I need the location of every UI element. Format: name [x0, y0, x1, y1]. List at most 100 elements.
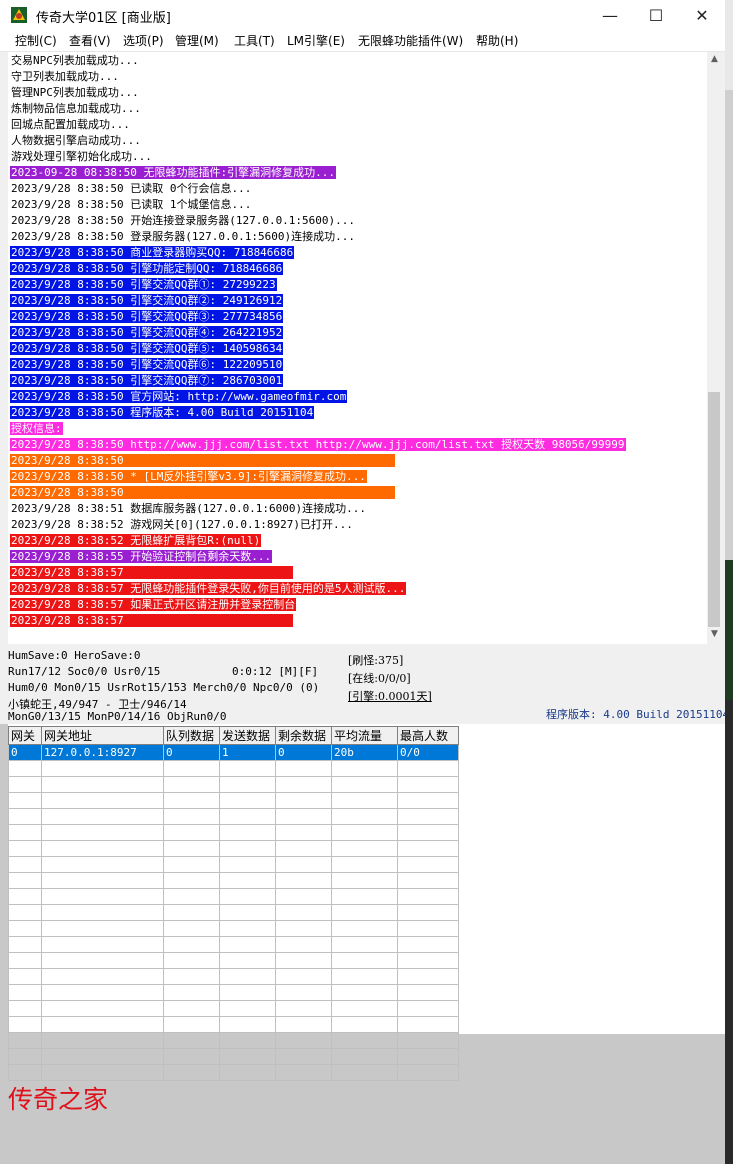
menu-tools[interactable]: 工具(T) — [234, 32, 275, 49]
table-cell — [219, 1032, 276, 1049]
table-cell — [163, 888, 220, 905]
log-line-text: 2023/9/28 8:38:50 — [10, 486, 125, 499]
table-cell — [8, 856, 42, 873]
table-row[interactable] — [8, 776, 459, 793]
table-cell — [275, 872, 332, 889]
log-line: 游戏处理引擎初始化成功... — [10, 149, 153, 164]
table-row[interactable] — [8, 920, 459, 937]
log-line: 2023/9/28 8:38:57 — [10, 613, 125, 628]
log-line: 炼制物品信息加载成功... — [10, 101, 142, 116]
table-row[interactable] — [8, 1016, 459, 1033]
table-row[interactable] — [8, 792, 459, 809]
table-row[interactable] — [8, 888, 459, 905]
log-line-text: 2023/9/28 8:38:50 引擎交流QQ群⑥: 122209510 — [10, 358, 284, 371]
table-row[interactable] — [8, 936, 459, 953]
table-cell — [8, 808, 42, 825]
table-cell — [397, 1016, 459, 1033]
table-row[interactable] — [8, 856, 459, 873]
table-cell — [219, 888, 276, 905]
table-row[interactable] — [8, 968, 459, 985]
table-cell — [8, 840, 42, 857]
close-button[interactable]: ✕ — [679, 0, 725, 30]
menu-plugin[interactable]: 无限蜂功能插件(W) — [358, 32, 463, 49]
table-cell — [275, 1064, 332, 1081]
table-cell — [163, 856, 220, 873]
menu-options[interactable]: 选项(P) — [123, 32, 164, 49]
table-row[interactable] — [8, 952, 459, 969]
table-cell — [163, 1016, 220, 1033]
table-cell — [331, 808, 398, 825]
table-cell — [219, 872, 276, 889]
column-header[interactable]: 剩余数据 — [275, 726, 332, 745]
table-cell — [41, 872, 164, 889]
log-line-text: 2023/9/28 8:38:50 商业登录器购买QQ: 718846686 — [10, 246, 295, 259]
scroll-up-icon[interactable]: ▲ — [707, 54, 722, 68]
table-cell — [41, 776, 164, 793]
table-cell — [219, 920, 276, 937]
table-cell — [8, 952, 42, 969]
table-cell — [163, 808, 220, 825]
column-header[interactable]: 网关地址 — [41, 726, 164, 745]
table-cell — [41, 888, 164, 905]
menu-lm-engine[interactable]: LM引擎(E) — [287, 32, 345, 49]
log-line: 2023/9/28 8:38:52 游戏网关[0](127.0.0.1:8927… — [10, 517, 354, 532]
table-row[interactable] — [8, 1000, 459, 1017]
table-cell: 0 — [8, 744, 42, 761]
table-row[interactable] — [8, 904, 459, 921]
table-cell — [331, 776, 398, 793]
table-cell — [219, 808, 276, 825]
table-cell — [275, 1032, 332, 1049]
column-header[interactable]: 网关 — [8, 726, 42, 745]
table-row[interactable] — [8, 872, 459, 889]
menu-view[interactable]: 查看(V) — [69, 32, 111, 49]
minimize-button[interactable]: — — [587, 0, 633, 30]
log-scrollbar[interactable]: ▲ ▼ — [707, 52, 722, 644]
scroll-thumb[interactable] — [708, 392, 720, 627]
log-line-text: 2023/9/28 8:38:50 * [LM反外挂引擎v3.9]:引擎漏洞修复… — [10, 470, 367, 483]
table-row[interactable] — [8, 984, 459, 1001]
log-line-text: 管理NPC列表加载成功... — [11, 86, 139, 99]
menu-help[interactable]: 帮助(H) — [476, 32, 518, 49]
table-cell — [163, 984, 220, 1001]
table-cell — [8, 904, 42, 921]
log-line-text: 2023/9/28 8:38:50 已读取 1个城堡信息... — [11, 198, 252, 211]
table-row[interactable] — [8, 1032, 459, 1049]
table-cell: 0 — [163, 744, 220, 761]
log-line-text: 2023/9/28 8:38:50 引擎交流QQ群④: 264221952 — [10, 326, 284, 339]
table-cell — [163, 1064, 220, 1081]
server-log[interactable]: 交易NPC列表加载成功... 守卫列表加载成功... 管理NPC列表加载成功... 炼… — [8, 52, 707, 644]
log-line: 2023/9/28 8:38:50 引擎功能定制QQ: 718846686 — [10, 261, 284, 276]
monster-refresh-label: [刷怪:375] — [348, 654, 404, 667]
table-cell — [275, 856, 332, 873]
log-line-text: 回城点配置加载成功... — [11, 118, 130, 131]
column-header[interactable]: 发送数据 — [219, 726, 276, 745]
log-line-text: 2023/9/28 8:38:50 开始连接登录服务器(127.0.0.1:56… — [11, 214, 356, 227]
table-row[interactable]: 0 127.0.0.1:8927 0 1 0 20b 0/0 — [8, 744, 459, 761]
table-cell — [41, 792, 164, 809]
gateway-table[interactable]: 网关 网关地址 队列数据 发送数据 剩余数据 平均流量 最高人数 0 127.0.0.1:892… — [8, 726, 459, 1081]
scroll-down-icon[interactable]: ▼ — [707, 629, 722, 643]
menu-control[interactable]: 控制(C) — [15, 32, 57, 49]
log-line-text: 2023/9/28 8:38:50 引擎交流QQ群②: 249126912 — [10, 294, 284, 307]
table-cell — [397, 1064, 459, 1081]
table-header-row: 网关 网关地址 队列数据 发送数据 剩余数据 平均流量 最高人数 — [8, 726, 459, 745]
table-row[interactable] — [8, 1064, 459, 1081]
column-header[interactable]: 平均流量 — [331, 726, 398, 745]
table-row[interactable] — [8, 840, 459, 857]
engine-days-label[interactable]: [引擎:0.0001天] — [348, 688, 432, 704]
menu-manage[interactable]: 管理(M) — [175, 32, 219, 49]
table-cell — [41, 808, 164, 825]
table-row[interactable] — [8, 760, 459, 777]
maximize-button[interactable]: ☐ — [633, 0, 679, 30]
table-cell — [8, 1032, 42, 1049]
table-row[interactable] — [8, 1048, 459, 1065]
column-header[interactable]: 队列数据 — [163, 726, 220, 745]
status-save: HumSave:0 HeroSave:0 — [8, 649, 141, 662]
table-row[interactable] — [8, 824, 459, 841]
table-cell — [163, 1048, 220, 1065]
log-line: 2023/9/28 8:38:50 登录服务器(127.0.0.1:5600)连… — [10, 229, 356, 244]
table-cell — [41, 760, 164, 777]
column-header[interactable]: 最高人数 — [397, 726, 459, 745]
online-count-label: [在线:0/0/0] — [348, 672, 411, 685]
table-row[interactable] — [8, 808, 459, 825]
